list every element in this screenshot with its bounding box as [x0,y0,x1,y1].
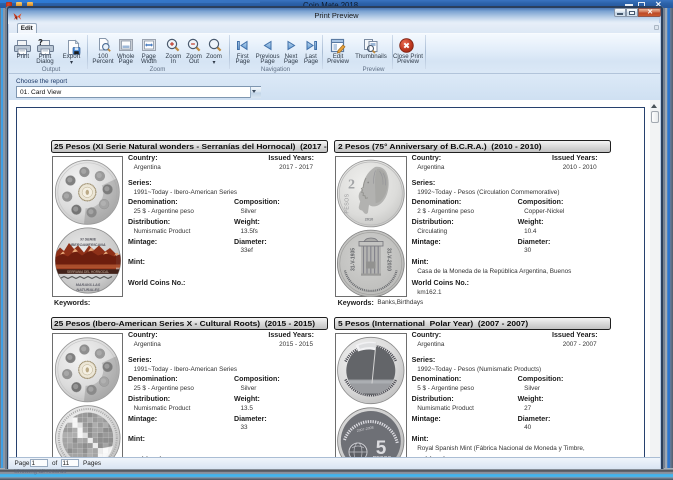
svg-text:IBEROAMERICANA: IBEROAMERICANA [70,243,105,247]
svg-text:NATURALES: NATURALES [76,288,100,292]
svg-text:5: 5 [376,438,387,458]
svg-text:MARAVILLAS: MARAVILLAS [75,283,100,287]
svg-text:2010: 2010 [365,217,373,221]
svg-text:SERRANIA DEL HORNOCAL: SERRANIA DEL HORNOCAL [67,269,109,273]
svg-text:?: ? [38,39,43,47]
svg-text:31-V-2010: 31-V-2010 [386,247,392,270]
svg-text:PESOS: PESOS [345,193,351,213]
svg-text:31-V-1935: 31-V-1935 [351,247,357,270]
svg-text:XI SERIE: XI SERIE [79,237,97,241]
svg-text:2: 2 [348,177,355,192]
